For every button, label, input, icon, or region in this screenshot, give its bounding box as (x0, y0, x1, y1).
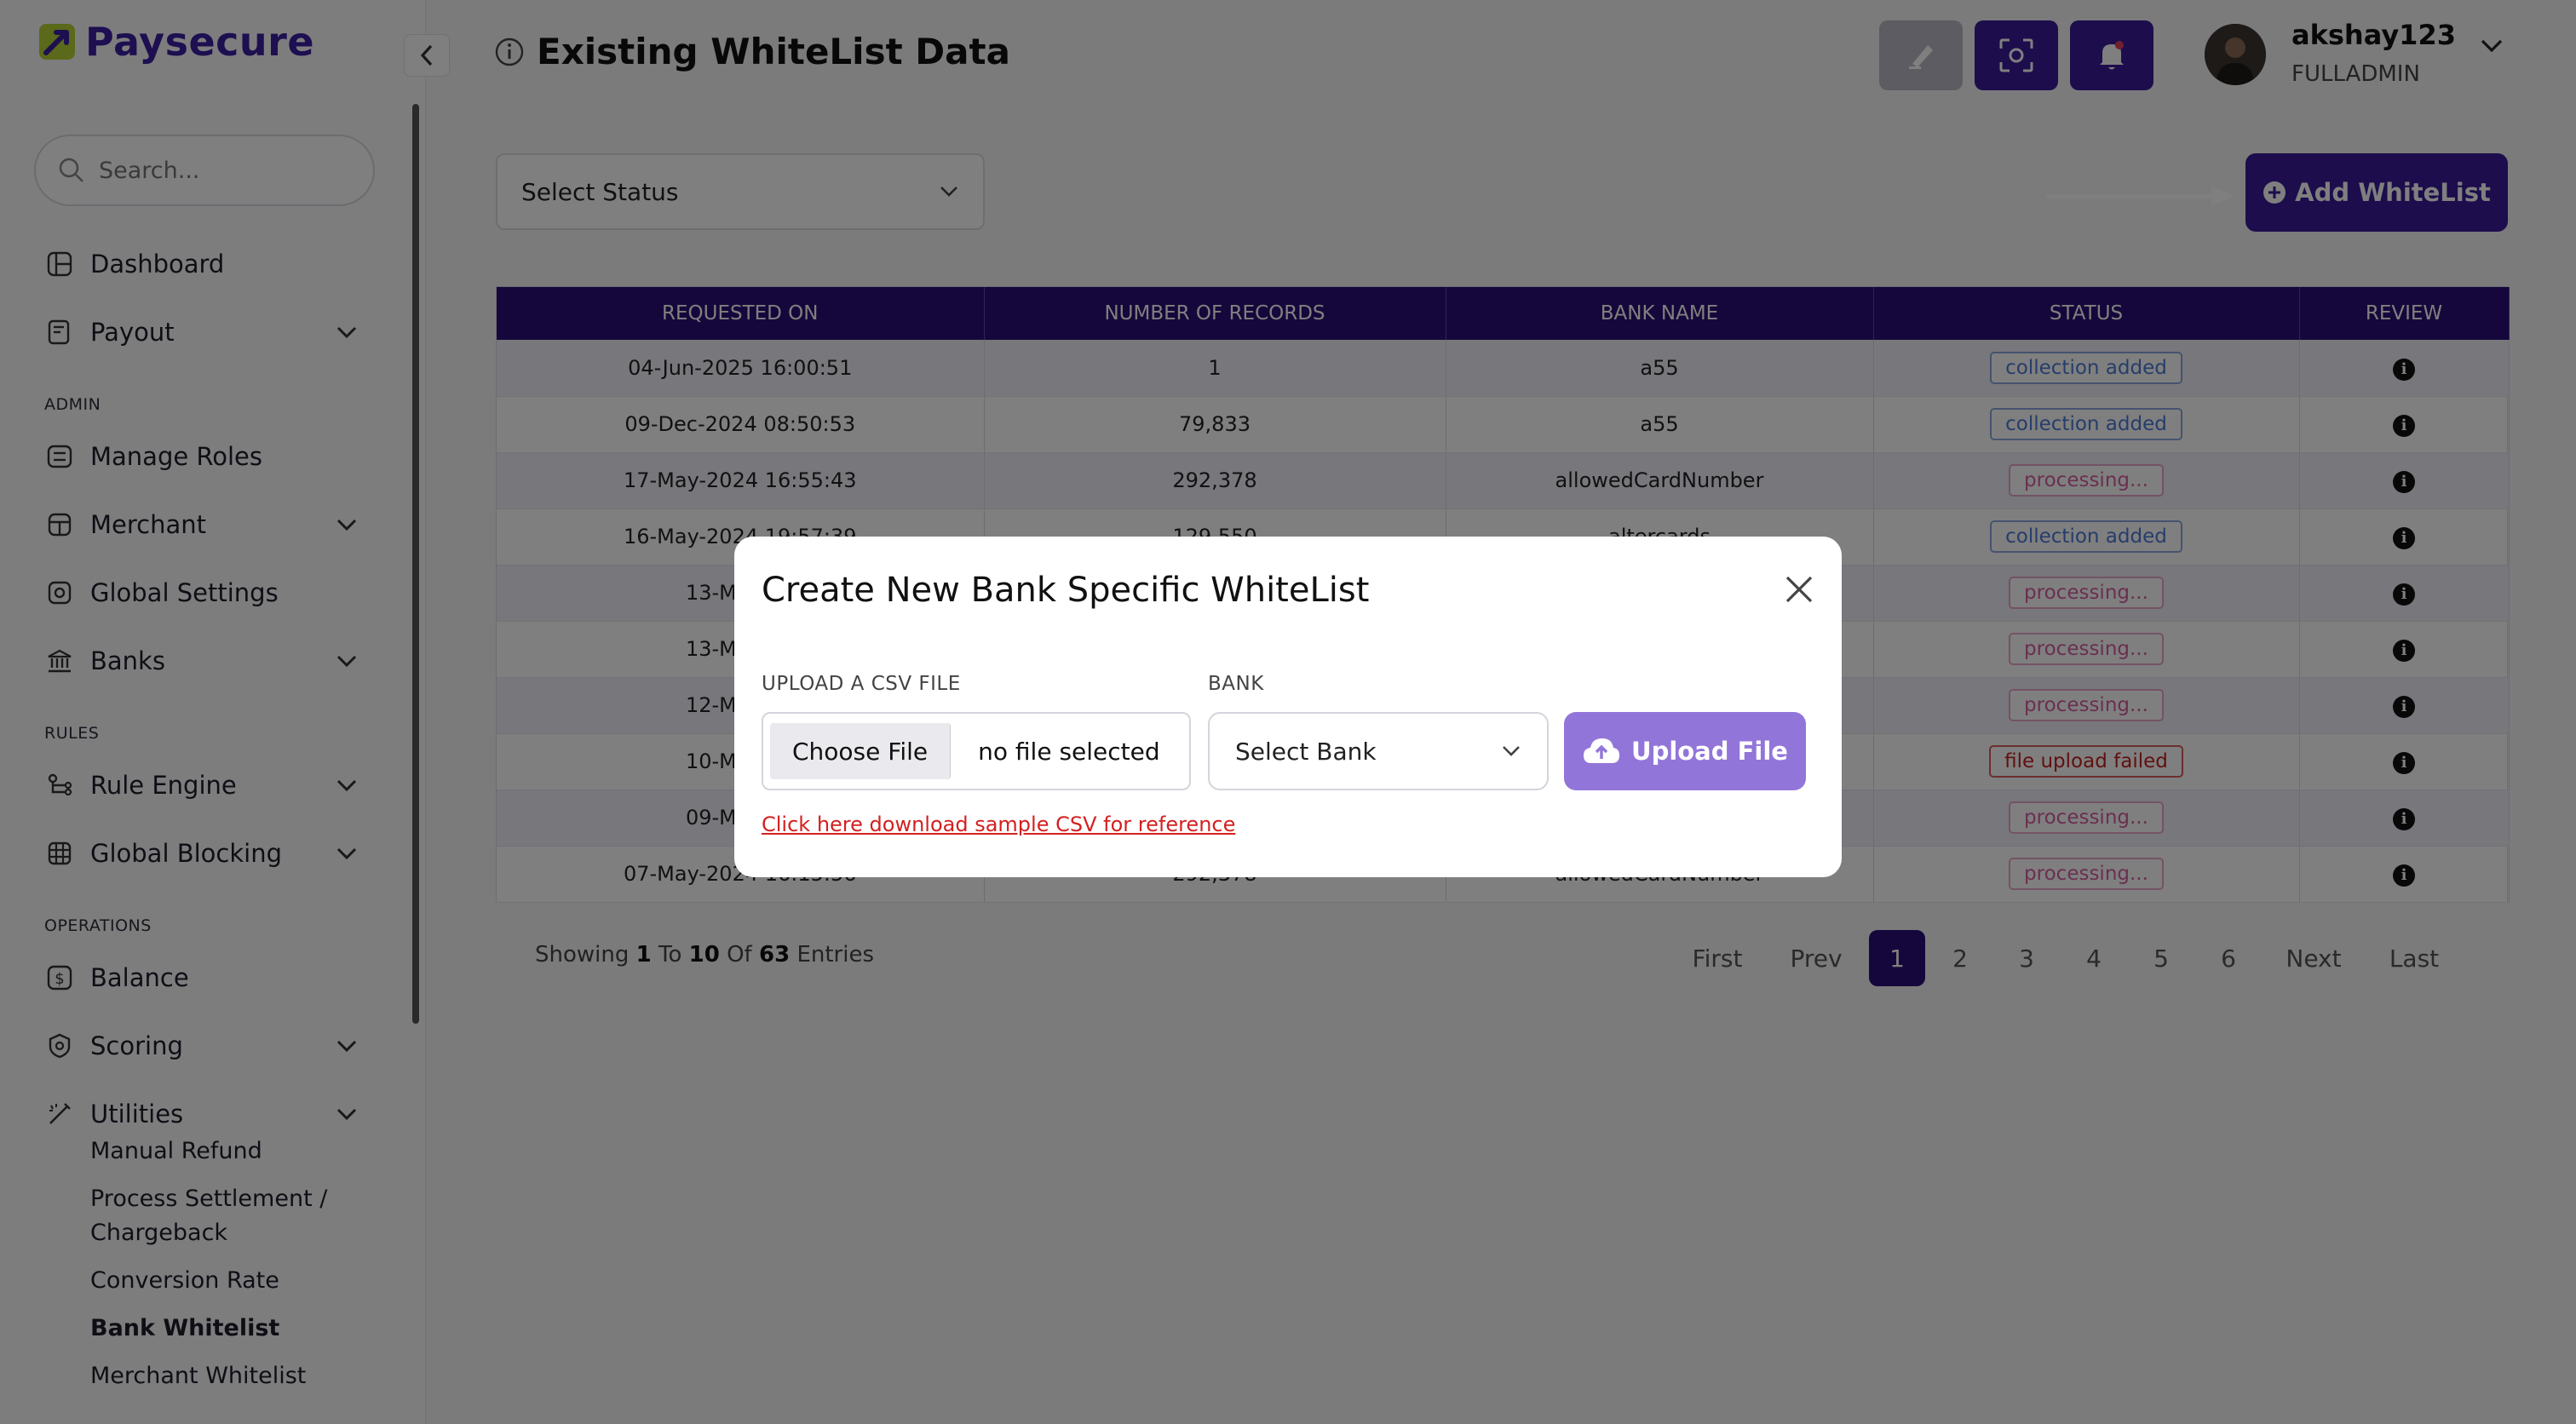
upload-file-button[interactable]: Upload File (1564, 712, 1806, 790)
modal-title: Create New Bank Specific WhiteList (762, 571, 1370, 610)
csv-file-input[interactable]: Choose File no file selected (762, 712, 1191, 790)
chevron-down-icon (1503, 746, 1520, 756)
choose-file-button[interactable]: Choose File (770, 723, 952, 779)
close-icon[interactable] (1782, 572, 1816, 606)
bank-select-value: Select Bank (1235, 737, 1377, 766)
cloud-upload-icon (1584, 738, 1620, 763)
create-whitelist-modal: Create New Bank Specific WhiteList UPLOA… (734, 537, 1842, 877)
upload-csv-label: UPLOAD A CSV FILE (762, 673, 961, 695)
download-sample-csv-link[interactable]: Click here download sample CSV for refer… (762, 812, 1235, 836)
bank-label: BANK (1208, 673, 1264, 695)
bank-select[interactable]: Select Bank (1208, 712, 1549, 790)
file-status-text: no file selected (978, 737, 1160, 766)
upload-file-label: Upload File (1631, 737, 1788, 766)
